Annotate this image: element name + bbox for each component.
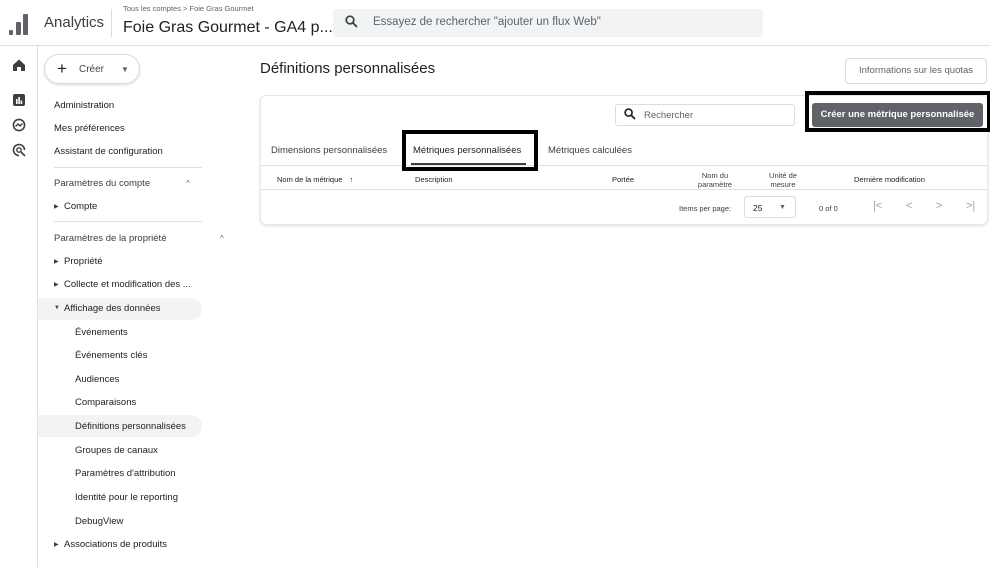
col-parameter-name[interactable]: Nom du paramètre bbox=[685, 171, 745, 189]
breadcrumb[interactable]: Tous les comptes > Foie Gras Gourmet bbox=[123, 4, 254, 13]
nav-comparisons[interactable]: Comparaisons bbox=[75, 397, 136, 408]
caret-right-icon[interactable]: ▶ bbox=[54, 258, 59, 265]
pager-range: 0 of 0 bbox=[819, 204, 838, 213]
tree-item-data-collection[interactable]: Collecte et modification des ... bbox=[64, 279, 191, 290]
col-last-modified[interactable]: Dernière modification bbox=[854, 175, 925, 184]
col-unit-line2: mesure bbox=[770, 180, 796, 189]
tree-item-product-links[interactable]: Associations de produits bbox=[64, 539, 167, 550]
analytics-logo-icon[interactable] bbox=[9, 13, 29, 35]
col-unit-line1: Unité de bbox=[769, 171, 797, 180]
header-divider bbox=[261, 189, 987, 190]
items-per-page-label: Items per page: bbox=[679, 204, 732, 213]
items-per-page-value: 25 bbox=[753, 203, 763, 213]
global-search[interactable]: Essayez de rechercher "ajouter un flux W… bbox=[333, 9, 763, 37]
quota-info-button[interactable]: Informations sur les quotas bbox=[845, 58, 987, 84]
nav-divider bbox=[54, 221, 202, 222]
tabs-divider bbox=[261, 165, 987, 166]
table-search[interactable]: Rechercher bbox=[615, 104, 795, 126]
nav-custom-definitions[interactable]: Définitions personnalisées bbox=[75, 421, 186, 432]
col-scope[interactable]: Portée bbox=[612, 175, 634, 184]
tab-calculated-metrics[interactable]: Métriques calculées bbox=[548, 145, 632, 156]
nav-events[interactable]: Événements bbox=[75, 327, 128, 338]
nav-preferences[interactable]: Mes préférences bbox=[54, 123, 125, 134]
chevron-up-icon[interactable]: ^ bbox=[220, 234, 224, 243]
nav-divider bbox=[54, 167, 202, 168]
tree-item-account[interactable]: Compte bbox=[64, 201, 97, 212]
prev-page-icon[interactable]: < bbox=[906, 200, 912, 212]
chevron-down-icon: ▼ bbox=[779, 204, 786, 211]
nav-reporting-identity[interactable]: Identité pour le reporting bbox=[75, 492, 178, 503]
caret-right-icon[interactable]: ▶ bbox=[54, 203, 59, 210]
tree-item-data-display[interactable]: Affichage des données bbox=[64, 303, 160, 314]
button-highlight-box bbox=[805, 91, 990, 132]
nav-debugview[interactable]: DebugView bbox=[75, 516, 123, 527]
col-description[interactable]: Description bbox=[415, 175, 453, 184]
reports-icon[interactable] bbox=[11, 93, 27, 109]
page-title: Définitions personnalisées bbox=[260, 60, 436, 77]
first-page-icon[interactable]: |< bbox=[873, 200, 882, 212]
tab-custom-dimensions[interactable]: Dimensions personnalisées bbox=[271, 145, 387, 156]
tab-highlight-box bbox=[402, 130, 538, 171]
col-metric-name-label: Nom de la métrique bbox=[277, 175, 343, 184]
nav-attribution-settings[interactable]: Paramètres d'attribution bbox=[75, 468, 176, 479]
create-label: Créer bbox=[79, 64, 105, 75]
tree-item-property[interactable]: Propriété bbox=[64, 256, 103, 267]
section-property-settings[interactable]: Paramètres de la propriété bbox=[54, 233, 166, 244]
nav-channel-groups[interactable]: Groupes de canaux bbox=[75, 445, 158, 456]
search-icon bbox=[624, 108, 636, 123]
nav-key-events[interactable]: Événements clés bbox=[75, 350, 147, 361]
next-page-icon[interactable]: > bbox=[936, 200, 942, 212]
search-input[interactable]: Essayez de rechercher "ajouter un flux W… bbox=[373, 16, 601, 28]
col-unit[interactable]: Unité de mesure bbox=[758, 171, 808, 189]
chevron-up-icon[interactable]: ^ bbox=[186, 179, 190, 188]
section-account-settings[interactable]: Paramètres du compte bbox=[54, 178, 150, 189]
caret-right-icon[interactable]: ▶ bbox=[54, 541, 59, 548]
chevron-down-icon: ▼ bbox=[121, 65, 129, 74]
items-per-page-select[interactable]: 25 ▼ bbox=[744, 196, 796, 218]
home-icon[interactable] bbox=[11, 58, 27, 74]
col-parameter-name-line2: paramètre bbox=[697, 180, 733, 189]
caret-right-icon[interactable]: ▶ bbox=[54, 281, 59, 288]
last-page-icon[interactable]: >| bbox=[966, 200, 975, 212]
search-icon bbox=[345, 15, 358, 31]
advertising-icon[interactable] bbox=[11, 143, 27, 159]
sort-arrow-up-icon[interactable]: ↑ bbox=[350, 175, 354, 184]
app-name[interactable]: Analytics bbox=[44, 14, 104, 31]
explore-icon[interactable] bbox=[11, 118, 27, 134]
col-metric-name[interactable]: Nom de la métrique ↑ bbox=[277, 175, 353, 184]
col-parameter-name-line1: Nom du bbox=[701, 171, 729, 180]
header-divider bbox=[111, 9, 112, 37]
top-bar: Analytics Tous les comptes > Foie Gras G… bbox=[0, 0, 990, 46]
caret-down-icon[interactable]: ▼ bbox=[54, 305, 60, 311]
nav-setup-assistant[interactable]: Assistant de configuration bbox=[54, 146, 163, 157]
left-rail bbox=[0, 46, 38, 567]
create-button[interactable]: + Créer ▼ bbox=[44, 54, 140, 84]
search-input[interactable]: Rechercher bbox=[644, 110, 693, 121]
nav-audiences[interactable]: Audiences bbox=[75, 374, 119, 385]
admin-nav: + Créer ▼ Administration Mes préférences… bbox=[38, 46, 224, 567]
property-selector[interactable]: Foie Gras Gourmet - GA4 p...▾ bbox=[123, 19, 343, 37]
property-name: Foie Gras Gourmet - GA4 p... bbox=[123, 19, 333, 36]
plus-icon: + bbox=[57, 59, 67, 78]
nav-administration[interactable]: Administration bbox=[54, 100, 114, 111]
